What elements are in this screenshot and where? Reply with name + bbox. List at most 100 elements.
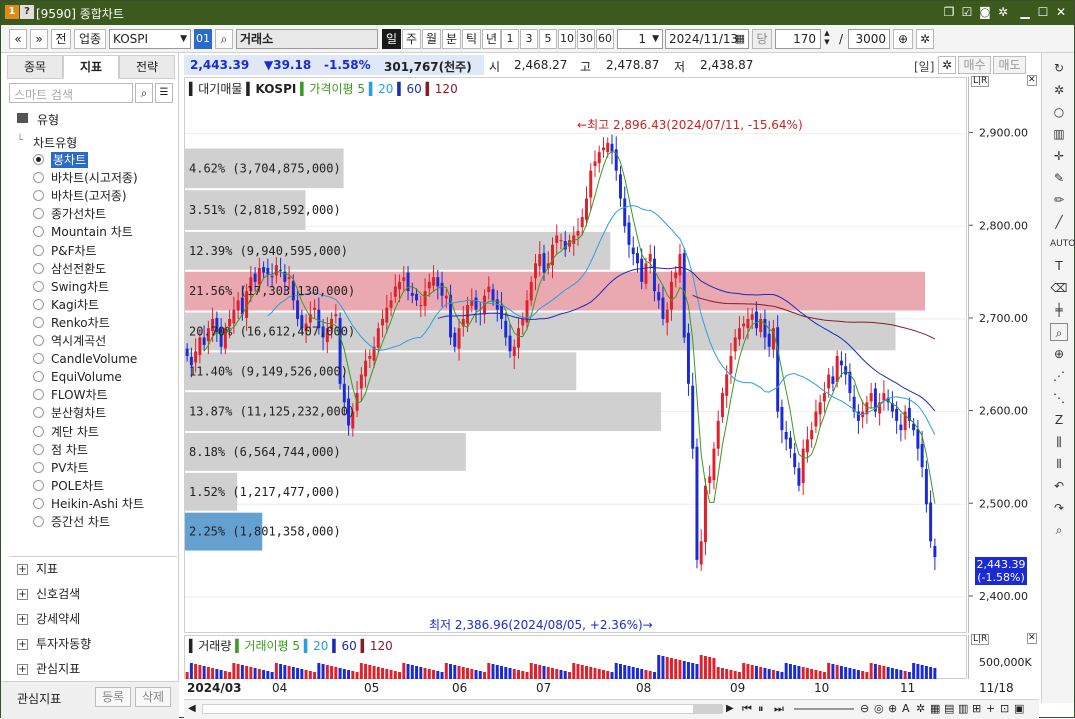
interval-1[interactable]: 1 <box>501 29 519 49</box>
price-chart[interactable]: 4.62% (3,704,875,000) 3.51% (2,818,592,00… <box>184 77 968 633</box>
zoom-tool-icon[interactable]: ⊕ <box>1050 345 1068 363</box>
expand-icon[interactable]: + <box>17 564 28 575</box>
zoom-slider[interactable] <box>794 708 854 710</box>
play-last-icon[interactable]: ⏭ <box>774 702 784 716</box>
calendar-icon[interactable]: ▦ <box>735 30 745 48</box>
chart-type-radio[interactable] <box>33 461 44 473</box>
code-badge[interactable]: 01 <box>194 29 212 49</box>
chart-type-item[interactable]: 삼선전환도 <box>51 261 106 277</box>
list-icon[interactable]: ☰ <box>155 83 173 103</box>
chart-type-item[interactable]: POLE차트 <box>51 478 104 494</box>
total-input[interactable]: 3000 <box>848 29 890 49</box>
settings-gear-icon[interactable]: ✲ <box>995 4 1011 20</box>
symbol-select[interactable]: KOSPI ▼ <box>109 29 191 49</box>
volume-chart[interactable]: ▍거래량 ▍거래이평 5 ▍20 ▍60 ▍120 <box>184 635 967 680</box>
interval-5[interactable]: 5 <box>539 29 557 49</box>
chart-type-item[interactable]: 바차트(시고저종) <box>51 170 138 186</box>
panel-icon[interactable]: ▥ <box>958 702 968 715</box>
pause-icon[interactable]: ⏸ <box>758 702 764 716</box>
circle-icon[interactable]: ○ <box>1050 103 1068 121</box>
close-volume-pane-icon[interactable]: ✕ <box>1027 633 1037 644</box>
magnifier-icon[interactable]: ⌕ <box>1050 323 1068 341</box>
fibonacci-icon[interactable]: ⋰ <box>1050 367 1068 385</box>
chart-type-radio[interactable] <box>33 443 44 455</box>
z-icon[interactable]: Z <box>1050 411 1068 429</box>
scroll-right-icon[interactable]: ▶ <box>726 703 734 714</box>
help-icon[interactable]: ? <box>20 5 34 19</box>
search-tool-icon[interactable]: ⌕ <box>1050 521 1068 539</box>
window-icon[interactable]: ▣ <box>1014 702 1024 715</box>
chart-type-item[interactable]: P&F차트 <box>51 243 97 259</box>
chart-type-radio[interactable] <box>33 190 44 202</box>
next-symbol-button[interactable]: » <box>30 29 48 49</box>
prev-button[interactable]: 전 <box>51 29 71 49</box>
chart-type-radio[interactable] <box>33 371 44 383</box>
expand-icon[interactable]: + <box>17 614 28 625</box>
split-icon[interactable]: ⊞ <box>972 702 981 715</box>
zoom-in-icon[interactable]: ⊕ <box>888 702 897 715</box>
copy-window-icon[interactable]: ❐ <box>941 4 957 20</box>
section-3[interactable]: + 투자자동향 <box>17 636 91 652</box>
text-icon[interactable]: T <box>1050 257 1068 275</box>
search-icon[interactable]: ⌕ <box>215 29 233 49</box>
layout-icon[interactable]: ⊡ <box>1000 702 1009 715</box>
chart-type-item[interactable]: PV차트 <box>51 460 89 476</box>
date-input[interactable]: 2024/11/13 ▦ <box>665 29 749 49</box>
period-주[interactable]: 주 <box>402 29 421 49</box>
checklist-icon[interactable]: ☑ <box>959 4 975 20</box>
chart-type-radio[interactable] <box>33 226 44 238</box>
section-1[interactable]: + 신호검색 <box>17 586 80 602</box>
left-tab-0[interactable]: 종목 <box>7 55 63 79</box>
pin-icon[interactable]: ╪ <box>1050 301 1068 319</box>
expand-icon[interactable]: + <box>17 589 28 600</box>
vertical-lines-icon[interactable]: ⫼ <box>1050 433 1068 451</box>
chart-type-item[interactable]: 종가선차트 <box>51 206 106 222</box>
sector-button[interactable]: 업종 <box>74 29 106 49</box>
period-년[interactable]: 년 <box>482 29 501 49</box>
count-select[interactable]: 1 ▼ <box>617 29 663 49</box>
settings-icon[interactable]: ✲ <box>916 702 925 715</box>
close-icon[interactable]: ✕ <box>1053 4 1069 20</box>
chart-type-radio[interactable] <box>33 172 44 184</box>
section-2[interactable]: + 강세약세 <box>17 611 80 627</box>
table-icon[interactable]: ▤ <box>944 702 954 715</box>
auto-line-icon[interactable]: AUTO <box>1050 235 1075 253</box>
play-first-icon[interactable]: ⏮ <box>742 702 752 716</box>
fan-icon[interactable]: ⋱ <box>1050 389 1068 407</box>
chart-type-item[interactable]: Renko차트 <box>51 315 110 331</box>
chart-type-radio[interactable] <box>33 208 44 220</box>
minimize-icon[interactable]: ▁ <box>1017 4 1033 20</box>
chart-type-item[interactable]: Swing차트 <box>51 279 109 295</box>
period-일[interactable]: 일 <box>382 29 401 49</box>
chart-type-item[interactable]: Kagi차트 <box>51 297 99 313</box>
camera-icon[interactable]: ◙ <box>977 4 993 20</box>
interval-60[interactable]: 60 <box>596 29 614 49</box>
close-pane-icon[interactable]: ✕ <box>1027 75 1037 86</box>
prev-symbol-button[interactable]: « <box>9 29 27 49</box>
chart-type-item[interactable]: FLOW차트 <box>51 387 108 403</box>
chart-type-item[interactable]: 역시계곡선 <box>51 333 106 349</box>
chart-type-radio[interactable] <box>33 298 44 310</box>
pen-icon[interactable]: ✎ <box>1050 169 1068 187</box>
chart-type-radio[interactable] <box>33 407 44 419</box>
all-clear-icon[interactable]: ⌫ <box>1050 279 1068 297</box>
scroll-left-icon[interactable]: ◀ <box>188 703 196 714</box>
undo-icon[interactable]: ↶ <box>1050 477 1068 495</box>
chart-type-radio[interactable] <box>33 479 44 491</box>
chart-type-radio[interactable] <box>33 516 44 527</box>
left-tab-1[interactable]: 지표 <box>63 55 119 79</box>
multi-lines-icon[interactable]: ⫴ <box>1050 455 1068 473</box>
text-tool-icon[interactable]: A <box>902 702 910 715</box>
redo-icon[interactable]: ↷ <box>1050 499 1068 517</box>
scrollbar-thumb[interactable] <box>693 705 723 713</box>
section-4[interactable]: + 관심지표 <box>17 661 80 677</box>
chart-type-radio[interactable] <box>33 316 44 328</box>
period-분[interactable]: 분 <box>442 29 461 49</box>
chart-type-item[interactable]: 증간선 차트 <box>51 514 110 530</box>
chart-type-item[interactable]: 바차트(고저종) <box>51 188 127 204</box>
zoom-in-icon[interactable]: ⊕ <box>893 29 913 49</box>
search-icon[interactable]: ⌕ <box>135 83 153 103</box>
chart-type-radio[interactable] <box>33 335 44 346</box>
cross-line-icon[interactable]: ✛ <box>1050 147 1068 165</box>
chart-type-radio[interactable] <box>33 425 44 437</box>
